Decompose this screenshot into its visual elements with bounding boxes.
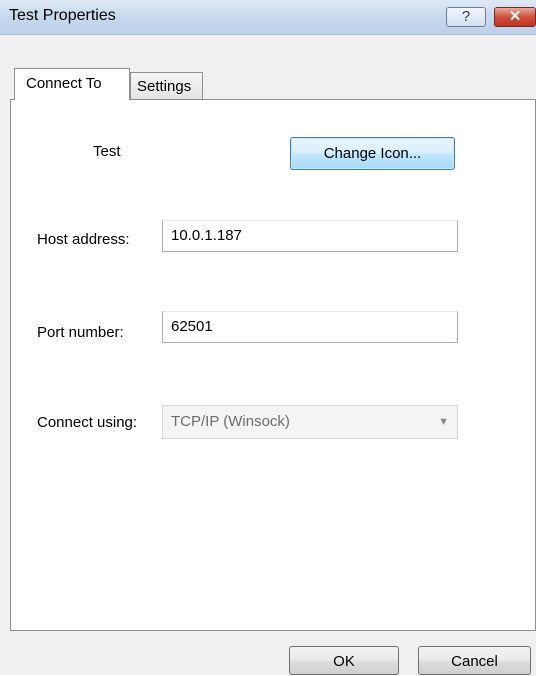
connect-to-panel xyxy=(10,99,536,631)
host-address-input[interactable]: 10.0.1.187 xyxy=(162,220,458,252)
tab-connect-to-label: Connect To xyxy=(26,75,102,92)
host-address-label: Host address: xyxy=(37,231,130,248)
tab-settings-label: Settings xyxy=(137,78,192,95)
window-title: Test Properties xyxy=(9,7,116,24)
connect-using-select[interactable]: TCP/IP (Winsock) ▼ xyxy=(162,405,458,439)
close-icon: ✕ xyxy=(508,8,522,25)
close-button[interactable]: ✕ xyxy=(494,7,536,27)
properties-dialog: Test Properties ? ✕ Connect To Settings … xyxy=(0,0,536,675)
cancel-button[interactable]: Cancel xyxy=(418,646,531,675)
connect-using-label: Connect using: xyxy=(37,414,138,431)
connection-name-label: Test xyxy=(93,143,121,160)
tab-settings[interactable]: Settings xyxy=(130,72,203,99)
chevron-down-icon: ▼ xyxy=(438,416,449,428)
title-bar[interactable]: Test Properties ? ✕ xyxy=(0,0,536,35)
help-icon: ? xyxy=(461,8,471,25)
port-number-label: Port number: xyxy=(37,324,124,341)
port-number-input[interactable]: 62501 xyxy=(162,311,458,343)
help-button[interactable]: ? xyxy=(446,7,486,27)
ok-button[interactable]: OK xyxy=(289,646,399,675)
change-icon-button[interactable]: Change Icon... xyxy=(290,137,455,170)
connect-using-value: TCP/IP (Winsock) xyxy=(171,413,290,430)
tab-connect-to[interactable]: Connect To xyxy=(14,68,130,100)
